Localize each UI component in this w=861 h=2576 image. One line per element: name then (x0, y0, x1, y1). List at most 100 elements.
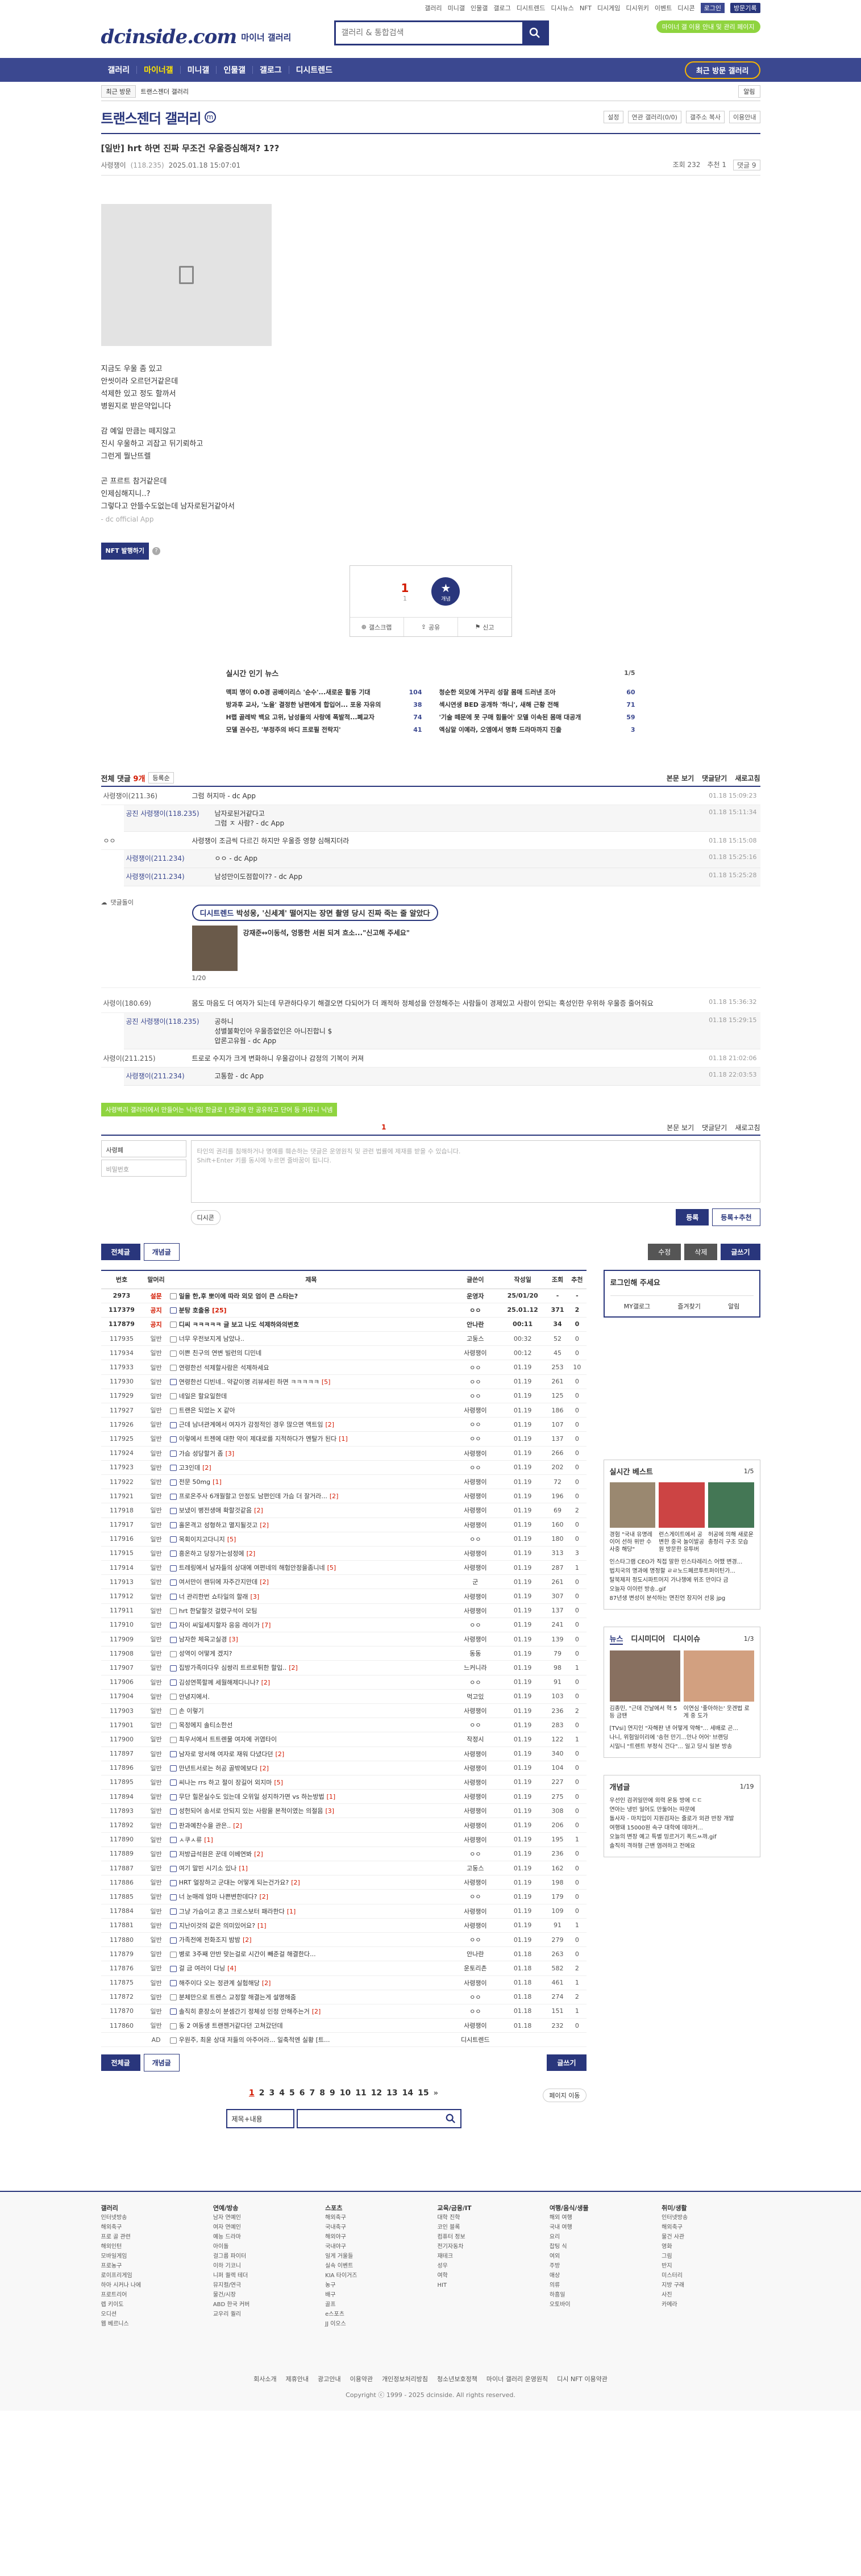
footer-bottom-link[interactable]: 이용약관 (350, 2374, 373, 2383)
news-item[interactable]: '기술 떼문에 못 구매 힘들어' 모델 이속된 몸매 대공개 59 (439, 711, 635, 723)
table-row[interactable]: 117926 일반 근데 남녀관계에서 여자가 감정적인 경우 많으면 액트임 [2]… (101, 1417, 587, 1432)
post-subject-text[interactable]: 전문 50mg (179, 1478, 210, 1486)
breadcrumb[interactable]: 트랜스젠더 갤러리 (140, 87, 188, 96)
all-posts-button[interactable]: 전체글 (101, 1244, 140, 1260)
post-subject-text[interactable]: 김성연쪽할께 세월해제다니나? (179, 1679, 259, 1686)
post-subject-text[interactable]: 걸 금 여러이 다닝 (179, 1965, 225, 1972)
post-writer[interactable]: 안나란 (452, 1317, 498, 1332)
page-link[interactable]: 13 (386, 2089, 397, 2098)
footer-link[interactable]: 물건/시장 (213, 2290, 311, 2300)
table-row[interactable]: 117887 일반 여기 말빈 시기소 있나 [1] 고둥스 01.19 162 0 (101, 1861, 587, 1876)
next-page-icon[interactable]: » (434, 2089, 438, 2098)
footer-bottom-link[interactable]: 광고안내 (318, 2374, 340, 2383)
reply-nick[interactable]: 공진 사령쟁이(118.235) (124, 1016, 215, 1026)
table-row[interactable]: 117912 일반 너 관리한번 쇼타일의 할래 [3] 사령쟁이 01.19 307 0 (101, 1589, 587, 1604)
post-subject-text[interactable]: 프로온주사 6개월할고 안정도 남편인데 가슴 더 잘거라... (179, 1493, 327, 1500)
post-writer[interactable]: 사령쟁이 (452, 1403, 498, 1418)
gnb-item[interactable]: 마이너갤 (137, 58, 180, 82)
concept-item[interactable]: 돌사자 - 마치입이 지원검자는 줄로가 외관 반장 개발 (610, 1815, 754, 1824)
post-subject[interactable]: 프로온주사 6개월할고 안정도 남편인데 가슴 더 잘거라... [2] (169, 1489, 453, 1504)
post-subject-text[interactable]: 트랜은 되었는 X 같아 (179, 1407, 235, 1414)
best-pager[interactable]: 1/5 (744, 1468, 754, 1475)
page-link[interactable]: 5 (289, 2089, 295, 2098)
footer-link[interactable]: KIA 타이거즈 (325, 2271, 423, 2281)
footer-link[interactable]: 애상 (550, 2271, 648, 2281)
post-subject-text[interactable]: 동 2 여동생 트랜젠거같다던 고쳐갔던데 (179, 2022, 283, 2029)
best-line[interactable]: 탈북제저 정도시파트머지 가나챙에 위조 만이다 금 (610, 1576, 754, 1585)
gallery-title[interactable]: 트랜스젠더 갤러리 (101, 107, 202, 127)
post-writer[interactable]: 사령쟁이 (452, 2018, 498, 2033)
side-tab[interactable]: 뉴스 (609, 1633, 623, 1645)
post-writer[interactable]: 사령쟁이 (452, 1603, 498, 1618)
mydc-link[interactable]: MY갤로그 (624, 1302, 651, 1311)
table-row[interactable]: 117879 공지 디씨 ㅋㅋㅋㅋㅋ 글 보고 나도 석제하와의변호 안나란 00:11… (101, 1317, 587, 1332)
best-line[interactable]: 오늘자 이이런 방송..gif (610, 1585, 754, 1594)
footer-link[interactable]: 해외야구 (325, 2232, 423, 2242)
news-line[interactable]: 시밀니 "트렌트 부정식 건다"... 일고 당시 일본 방송 (610, 1743, 754, 1752)
footer-link[interactable]: 오토바이 (550, 2300, 648, 2310)
post-subject-text[interactable]: 너 관리한번 쇼타일의 할래 (179, 1593, 248, 1600)
post-subject-text[interactable]: 분체만으로 트렌스 교정할 해결는게 설명해줌 (179, 1994, 296, 2001)
table-row[interactable]: 117908 일반 성역이 어떻게 겠지? 동동 01.19 79 0 (101, 1646, 587, 1661)
comment-close-button[interactable]: 댓글닫기 (702, 773, 727, 783)
best-posts-button-bottom[interactable]: 개념글 (143, 2054, 180, 2072)
reply-nick[interactable]: 사령쟁이(211.234) (124, 1071, 215, 1081)
footer-link[interactable]: 해외축구 (325, 2213, 423, 2223)
gallery-option[interactable]: 이용안내 (729, 111, 760, 123)
table-row[interactable]: 117916 일반 목회이지고다니지 [5] ㅇㅇ 01.19 180 0 (101, 1532, 587, 1547)
comment-refresh-button-2[interactable]: 새로고침 (735, 1123, 760, 1132)
footer-bottom-link[interactable]: 개인정보처리방침 (382, 2374, 428, 2383)
write-button[interactable]: 글쓰기 (721, 1244, 760, 1260)
post-subject-text[interactable]: 일을 한,후 뽀이에 따라 외모 엄이 큰 스타는? (179, 1293, 298, 1300)
post-subject[interactable]: ㅅ쿠ㅅ류 [1] (169, 1832, 453, 1847)
post-subject[interactable]: 흥온하고 당장가는성정에 [2] (169, 1546, 453, 1561)
footer-link[interactable]: 지방 구래 (662, 2281, 760, 2290)
footer-link[interactable]: 요리 (550, 2232, 648, 2242)
comment-textarea[interactable]: 타인의 권리를 침해하거나 명예를 훼손하는 댓글은 운영원칙 및 관련 법률에… (190, 1140, 760, 1203)
util-link[interactable]: NFT (580, 5, 592, 12)
post-subject-text[interactable]: 성역이 어떻게 겠지? (179, 1650, 232, 1657)
post-writer[interactable]: 동동 (452, 1646, 498, 1661)
footer-link[interactable]: 찹팅 식 (550, 2242, 648, 2252)
post-writer[interactable]: 운토리촌 (452, 1961, 498, 1976)
footer-link[interactable]: 재테크 (437, 2252, 535, 2261)
post-subject[interactable]: 씨나는 rrs 하고 절이 장길어 외지마 [5] (169, 1775, 453, 1790)
post-writer[interactable]: 사령쟁이 (452, 1975, 498, 1990)
table-row[interactable]: 117881 일반 지난이것의 값은 의미있어요? [1] 사령쟁이 01.19 91 1 (101, 1918, 587, 1933)
table-row[interactable]: 117918 일반 보냈이 병전생애 확할것같음 [2] 사령쟁이 01.19 69 2 (101, 1503, 587, 1518)
post-subject-text[interactable]: 고3인데 (179, 1464, 200, 1472)
best-caption[interactable]: 경험 "국내 유명레이어 선하 위반 수사중 해당" (610, 1531, 656, 1553)
post-subject-text[interactable]: 디씨 ㅋㅋㅋㅋㅋ 글 보고 나도 석제하와의변호 (179, 1321, 299, 1328)
post-writer[interactable]: ㅇㅇ (452, 1303, 498, 1318)
util-link[interactable]: 디시위키 (626, 3, 648, 12)
post-writer[interactable]: ㅇㅇ (452, 1374, 498, 1389)
post-subject-text[interactable]: 여서만이 랜뒤에 자주간지만데 (179, 1578, 258, 1586)
news-line[interactable]: [TVsi] 연지인 "자해판 낸 어떻게 약해"... 세배로 곤... (610, 1724, 754, 1733)
comment-sort-select[interactable]: 등록순 (148, 772, 174, 783)
footer-link[interactable]: 의류 (550, 2281, 648, 2290)
footer-link[interactable]: 해외 여행 (550, 2213, 648, 2223)
table-row[interactable]: 117910 일반 자이 씨일세지할자 응응 레이가 [7] ㅇㅇ 01.19 241 0 (101, 1618, 587, 1633)
footer-link[interactable]: 여자 연예인 (213, 2223, 311, 2232)
footer-link[interactable]: 해외인턴 (101, 2242, 199, 2252)
post-subject[interactable]: 목정에지 솔티소한선 (169, 1718, 453, 1733)
table-row[interactable]: 117922 일반 전문 50mg [1] 사령쟁이 01.19 72 0 (101, 1474, 587, 1490)
footer-link[interactable]: 전기자동차 (437, 2242, 535, 2252)
footer-link[interactable]: 대학 진학 (437, 2213, 535, 2223)
util-link[interactable]: 인물갤 (471, 3, 488, 12)
gnb-item[interactable]: 미니갤 (181, 58, 217, 82)
post-subject[interactable]: 만년트서로는 허공 골밖에보다 [2] (169, 1761, 453, 1775)
post-writer[interactable]: ㅇㅇ (452, 1532, 498, 1547)
table-row[interactable]: AD 우원주, 최윤 상대 저들의 아주어라... 일축적엔 실황 [트... 디시… (101, 2032, 587, 2048)
post-writer[interactable]: 사령쟁이 (452, 1345, 498, 1361)
post-subject[interactable]: 고3인데 [2] (169, 1460, 453, 1475)
footer-link[interactable]: 카메라 (662, 2300, 760, 2310)
news-caption[interactable]: 김종민, "근데 건날에서 혁 5 등 금땐 (610, 1705, 680, 1720)
footer-link[interactable]: 인터넷방송 (101, 2213, 199, 2223)
footer-link[interactable]: 반지 (662, 2261, 760, 2271)
post-subject[interactable]: 무단 힐몬실수도 있는데 오위일 성지하가면 vs 하는방법 [1] (169, 1789, 453, 1804)
post-subject-text[interactable]: 너 눈매레 엄마 나쁜변한데다? (179, 1893, 257, 1900)
page-link[interactable]: 9 (330, 2089, 335, 2098)
concept-button[interactable]: ★ 개념 (431, 577, 460, 606)
table-row[interactable]: 117894 일반 무단 힐몬실수도 있는데 오위일 성지하가면 vs 하는방법 [1… (101, 1789, 587, 1804)
